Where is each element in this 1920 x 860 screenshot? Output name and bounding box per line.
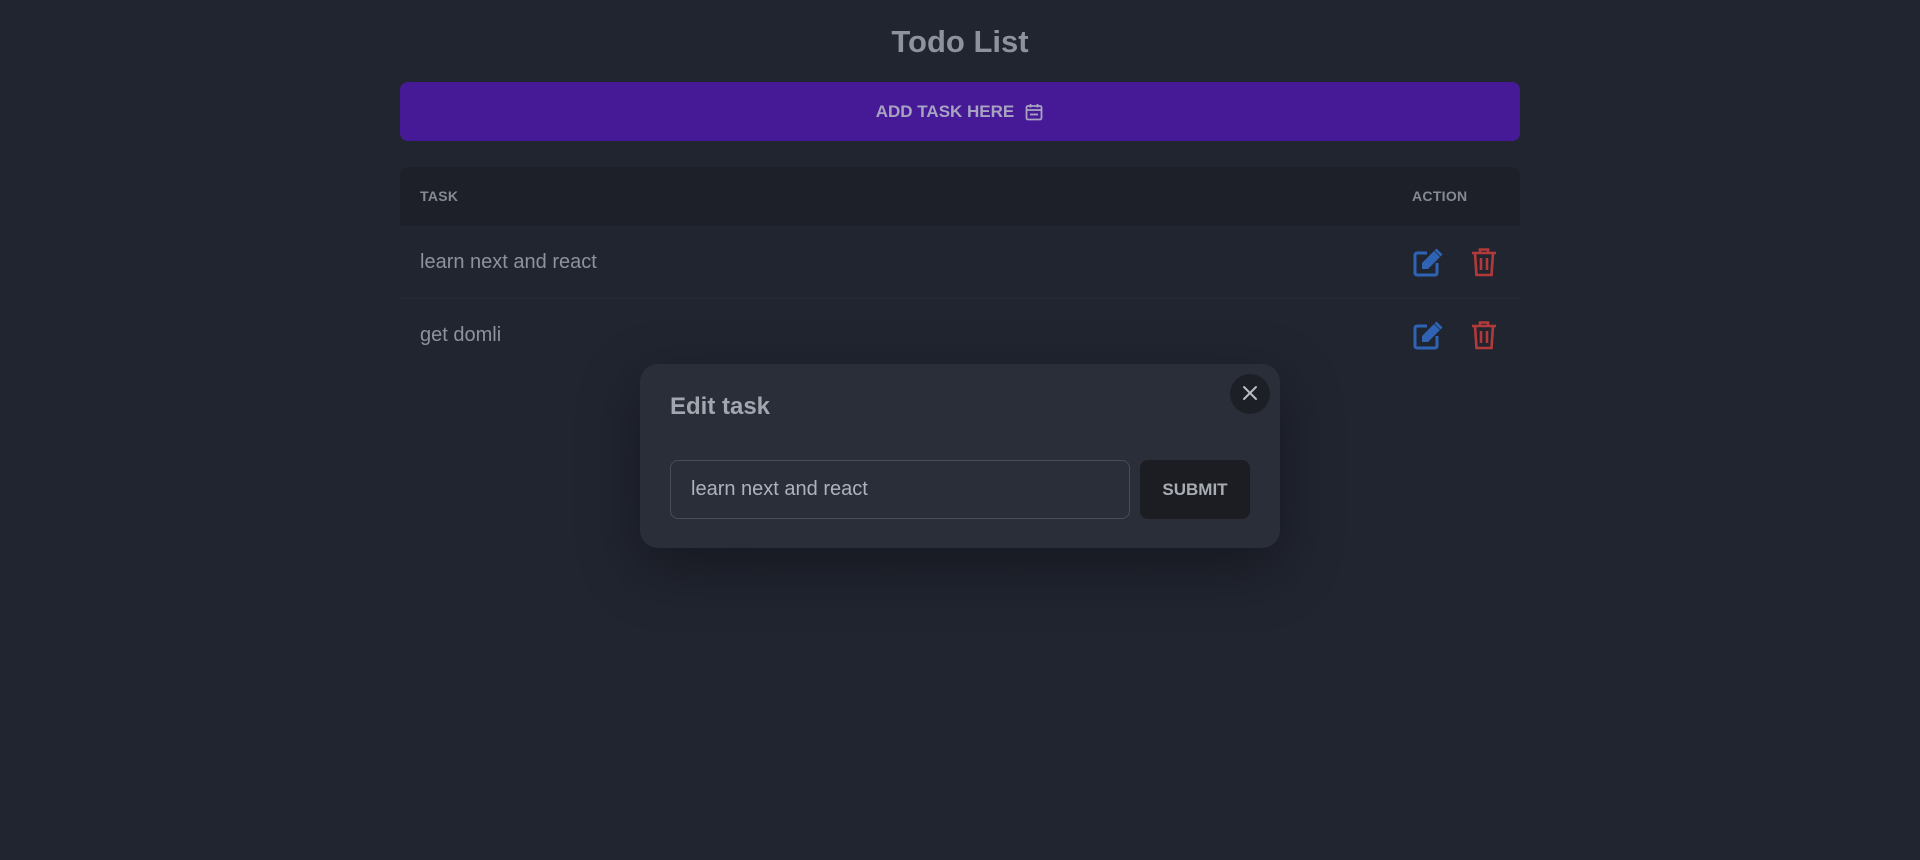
calendar-icon	[1024, 102, 1044, 122]
trash-icon[interactable]	[1468, 246, 1500, 278]
task-text: learn next and react	[420, 251, 597, 273]
task-text: get domli	[420, 324, 502, 346]
edit-task-modal: Edit task SUBMIT	[640, 364, 1280, 548]
page-title: Todo List	[891, 24, 1029, 59]
edit-icon[interactable]	[1412, 319, 1444, 351]
add-task-button-label: ADD TASK HERE	[875, 101, 1015, 121]
table-header: TASK ACTION	[400, 167, 1520, 226]
table-row: learn next and react	[400, 226, 1520, 299]
trash-icon[interactable]	[1468, 319, 1500, 351]
header-task: TASK	[420, 188, 459, 204]
submit-button[interactable]: SUBMIT	[1140, 460, 1250, 519]
row-actions	[1412, 246, 1500, 278]
modal-title: Edit task	[670, 393, 771, 420]
task-table: TASK ACTION learn next and react get dom…	[400, 167, 1520, 371]
edit-task-input[interactable]	[670, 460, 1130, 519]
add-task-button[interactable]: ADD TASK HERE	[400, 82, 1520, 141]
table-row: get domli	[400, 299, 1520, 371]
todo-page: Todo List ADD TASK HERE TASK ACTION lear…	[0, 0, 1920, 860]
row-actions	[1412, 319, 1500, 351]
edit-icon[interactable]	[1412, 246, 1444, 278]
modal-close-button[interactable]	[1230, 374, 1270, 414]
close-icon	[1242, 385, 1258, 404]
header-action: ACTION	[1412, 188, 1468, 204]
